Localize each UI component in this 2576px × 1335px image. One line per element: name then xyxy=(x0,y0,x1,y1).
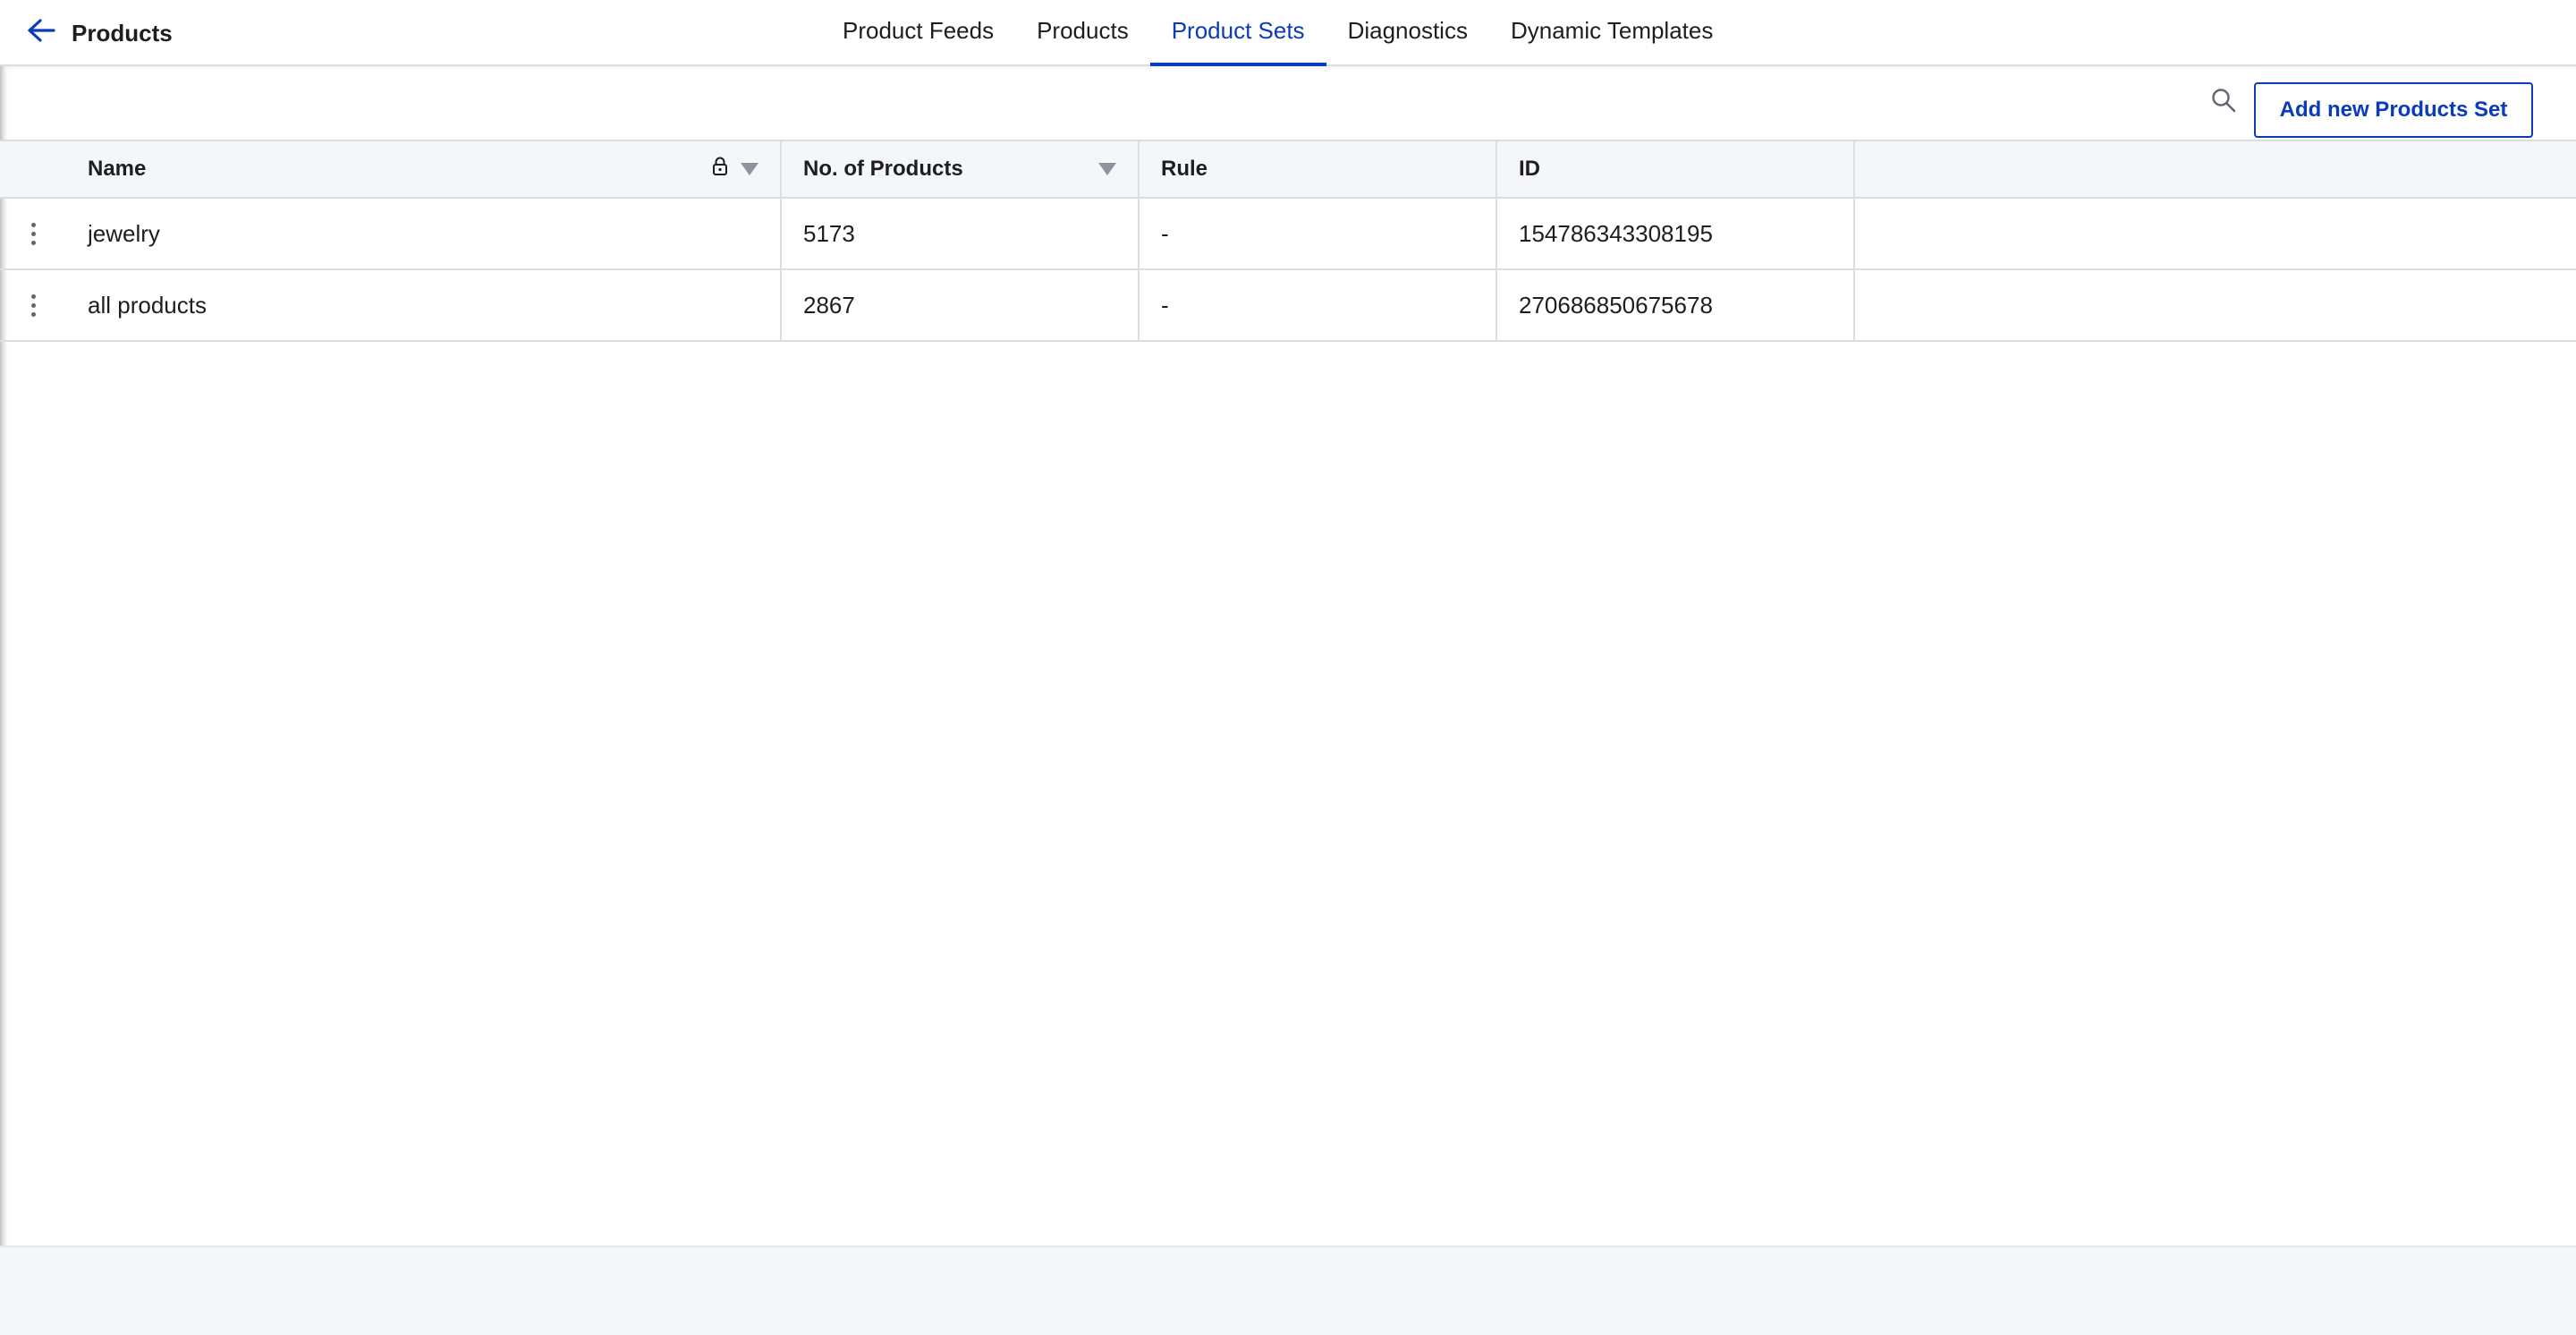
cell-name[interactable]: jewelry xyxy=(66,199,782,268)
tab-diagnostics[interactable]: Diagnostics xyxy=(1326,0,1489,66)
cell-name[interactable]: all products xyxy=(66,270,782,340)
add-products-set-button[interactable]: Add new Products Set xyxy=(2254,82,2533,138)
top-bar: Products Product Feeds Products Product … xyxy=(0,0,2576,66)
tab-product-feeds[interactable]: Product Feeds xyxy=(821,0,1015,66)
cell-count: 2867 xyxy=(782,270,1140,340)
sort-caret-icon[interactable] xyxy=(741,163,758,175)
filler-cell xyxy=(1855,270,2576,340)
column-header-count[interactable]: No. of Products xyxy=(782,141,1140,197)
product-sets-table: Name No. of Products Rule ID jewelry 517… xyxy=(0,140,2576,342)
search-button[interactable] xyxy=(2207,86,2240,118)
back-button[interactable] xyxy=(20,14,63,50)
row-menu-cell xyxy=(0,270,66,340)
column-label-id: ID xyxy=(1519,157,1540,181)
column-label-count: No. of Products xyxy=(803,157,963,181)
more-options-icon[interactable] xyxy=(22,289,45,322)
column-header-name[interactable]: Name xyxy=(66,141,782,197)
footer-bar xyxy=(0,1246,2576,1335)
table-row: all products 2867 - 270686850675678 xyxy=(0,270,2576,342)
header-menu-cell xyxy=(0,141,66,197)
tab-dynamic-templates[interactable]: Dynamic Templates xyxy=(1489,0,1734,66)
table-header-row: Name No. of Products Rule ID xyxy=(0,140,2576,199)
tab-product-sets[interactable]: Product Sets xyxy=(1149,0,1326,66)
arrow-left-icon xyxy=(26,18,56,47)
filler-cell xyxy=(1855,199,2576,268)
cell-count: 5173 xyxy=(782,199,1140,268)
search-icon xyxy=(2210,87,2237,118)
cell-rule: - xyxy=(1140,199,1497,268)
more-options-icon[interactable] xyxy=(22,217,45,251)
header-filler-cell xyxy=(1855,141,2576,197)
cell-rule: - xyxy=(1140,270,1497,340)
page-title: Products xyxy=(72,20,173,47)
tab-products[interactable]: Products xyxy=(1015,0,1150,66)
column-header-rule: Rule xyxy=(1140,141,1497,197)
column-label-rule: Rule xyxy=(1161,157,1208,181)
tab-bar: Product Feeds Products Product Sets Diag… xyxy=(821,0,1734,66)
lock-icon[interactable] xyxy=(712,157,728,183)
main-content: Add new Products Set Name No. of Product… xyxy=(0,66,2576,1333)
cell-id: 270686850675678 xyxy=(1497,270,1855,340)
column-header-id: ID xyxy=(1497,141,1855,197)
table-row: jewelry 5173 - 154786343308195 xyxy=(0,199,2576,270)
cell-id: 154786343308195 xyxy=(1497,199,1855,268)
row-menu-cell xyxy=(0,199,66,268)
column-label-name: Name xyxy=(88,157,147,181)
sort-caret-icon[interactable] xyxy=(1098,163,1116,175)
